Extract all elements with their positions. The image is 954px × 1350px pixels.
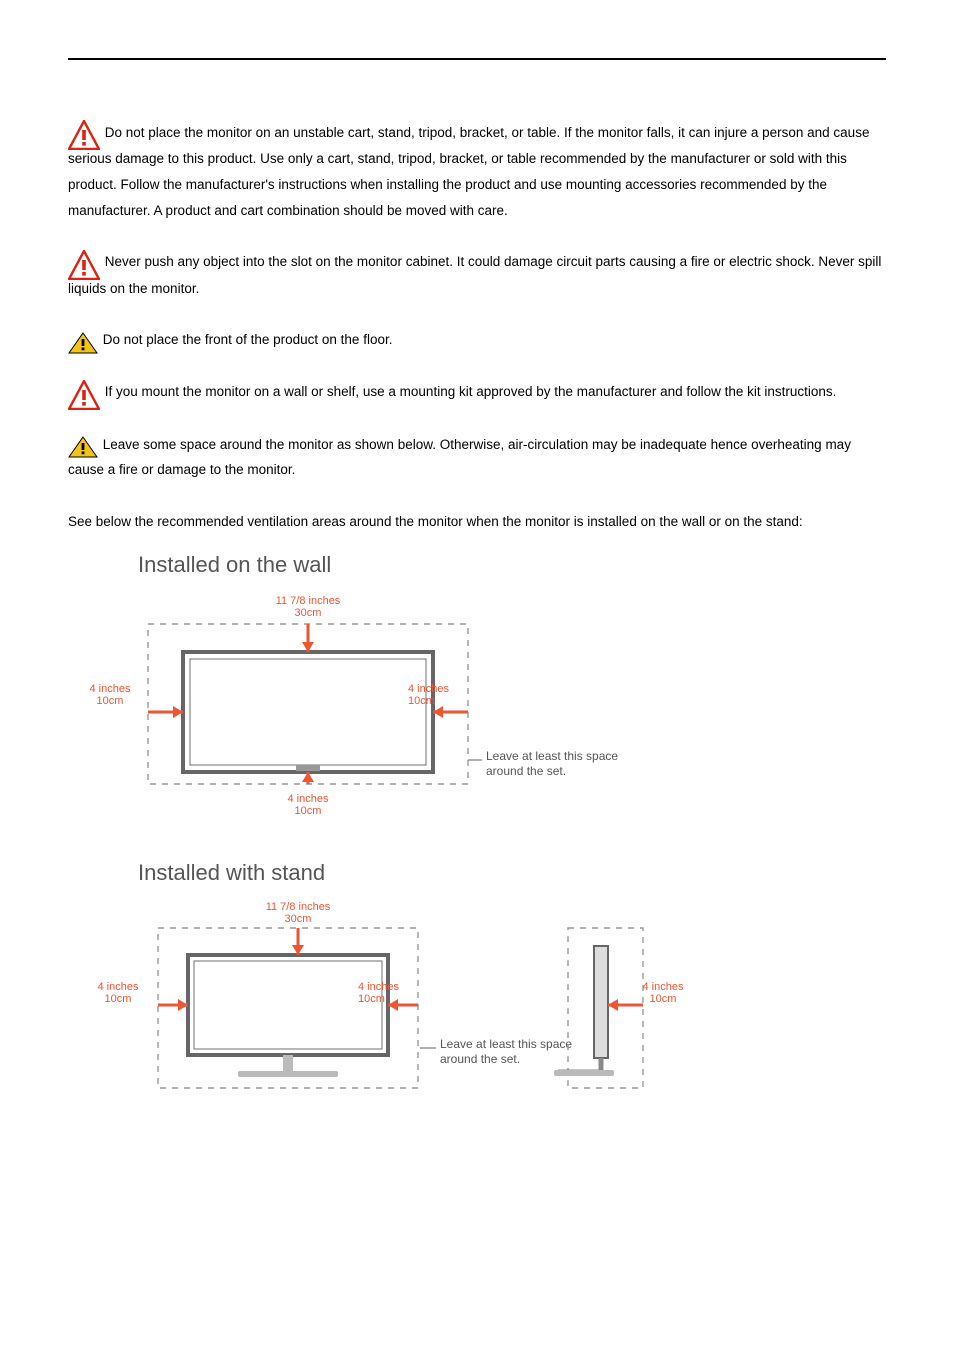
label-top-cm-2: 30cm [285, 913, 312, 925]
label-right-in-2: 4 inches [358, 981, 399, 993]
diagram-stand-wrap: Installed with stand 11 7/8 inches 30cm … [68, 852, 886, 1100]
note-line2-stand: around the set. [440, 1052, 520, 1066]
heading-wall: Installed on the wall [138, 544, 886, 586]
label-top-cm: 30cm [295, 607, 322, 619]
note-line1-stand: Leave at least this space [440, 1037, 572, 1051]
header-rule [68, 58, 886, 60]
label-top-in-2: 11 7/8 inches [266, 901, 331, 913]
warning-4-text: If you mount the monitor on a wall or sh… [105, 384, 837, 399]
diagram-wall-wrap: Installed on the wall 11 7/8 inches 30cm… [68, 544, 886, 822]
diagram-stand: 11 7/8 inches 30cm 4 inches 10cm 4 inche… [68, 900, 728, 1100]
heading-stand: Installed with stand [138, 852, 886, 894]
label-bottom-cm: 10cm [295, 805, 322, 817]
label-left-in-2: 4 inches [98, 981, 139, 993]
label-side-in: 4 inches [643, 981, 684, 993]
warning-3-text: Do not place the front of the product on… [103, 332, 393, 347]
warning-triangle-icon [68, 250, 100, 280]
label-right-in: 4 inches [408, 683, 449, 695]
label-top-in: 11 7/8 inches [276, 595, 341, 607]
note-line1-wall: Leave at least this space [486, 749, 618, 763]
label-side-cm: 10cm [650, 993, 677, 1005]
label-left-in: 4 inches [90, 683, 131, 695]
warning-5: Leave some space around the monitor as s… [68, 432, 886, 483]
intro-text: See below the recommended ventilation ar… [68, 509, 886, 535]
label-left-cm: 10cm [97, 695, 124, 707]
label-right-cm: 10cm [408, 695, 435, 707]
warning-3: Do not place the front of the product on… [68, 327, 886, 353]
warning-1: Do not place the monitor on an unstable … [68, 120, 886, 223]
caution-triangle-icon [68, 332, 98, 354]
label-left-cm-2: 10cm [105, 993, 132, 1005]
label-right-cm-2: 10cm [358, 993, 385, 1005]
warning-5-text: Leave some space around the monitor as s… [68, 437, 851, 478]
label-bottom-in: 4 inches [288, 793, 329, 805]
warning-2: Never push any object into the slot on t… [68, 249, 886, 301]
warning-triangle-icon [68, 120, 100, 150]
caution-triangle-icon [68, 436, 98, 458]
warning-2-text: Never push any object into the slot on t… [68, 254, 881, 295]
warning-1-text: Do not place the monitor on an unstable … [68, 125, 869, 218]
warning-4: If you mount the monitor on a wall or sh… [68, 379, 886, 405]
warning-triangle-icon [68, 380, 100, 410]
note-line2-wall: around the set. [486, 764, 566, 778]
diagram-wall: 11 7/8 inches 30cm 4 inches 10cm 4 inche… [68, 592, 628, 822]
